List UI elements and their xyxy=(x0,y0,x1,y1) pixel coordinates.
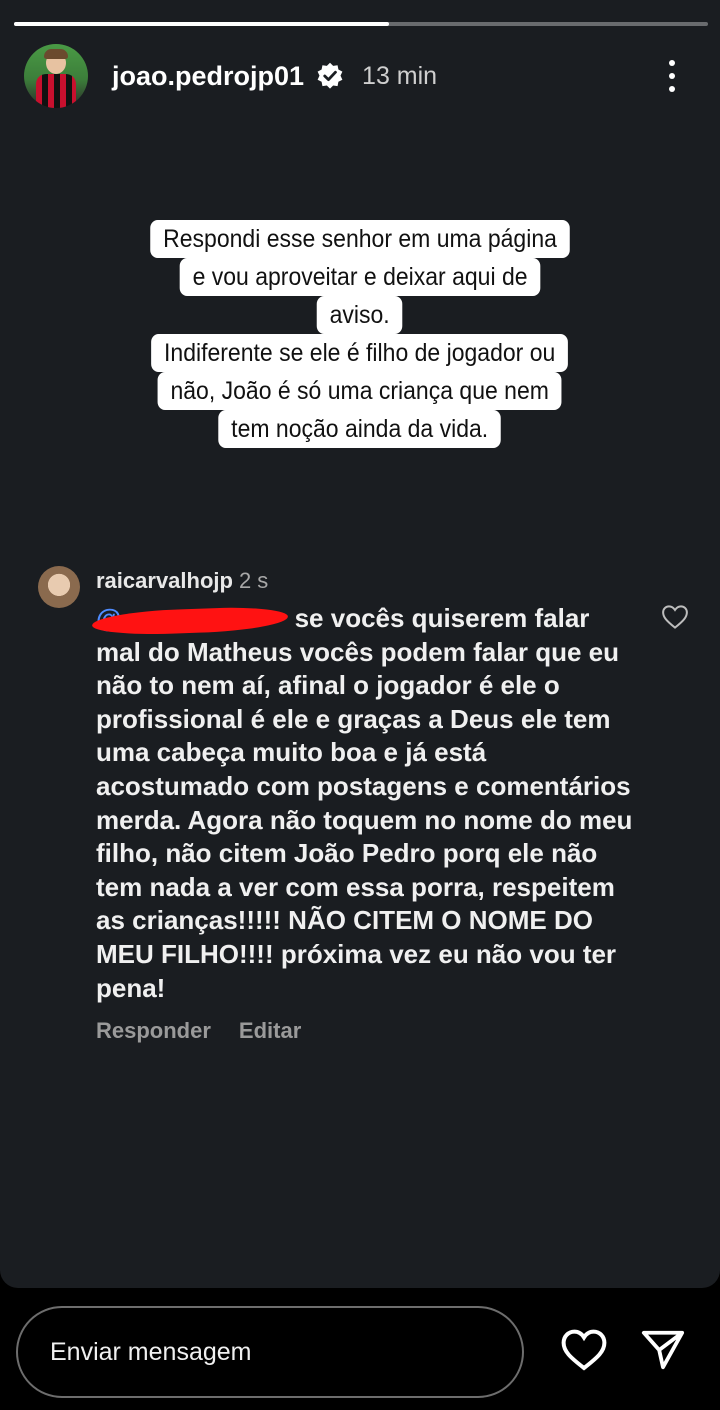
story-caption: Respondi esse senhor em uma página e vou… xyxy=(0,220,720,448)
message-input[interactable]: Enviar mensagem xyxy=(16,1306,524,1398)
comment-text: se vocês quiserem falar mal do Matheus v… xyxy=(96,603,633,1003)
comment-actions: Responder Editar xyxy=(96,1018,329,1044)
comment-header: raicarvalhojp 2 s xyxy=(96,568,268,594)
story-progress-bar xyxy=(14,22,708,26)
comment-age: 2 s xyxy=(238,568,269,593)
story-footer: Enviar mensagem xyxy=(0,1288,720,1410)
comment-avatar[interactable] xyxy=(38,566,80,608)
verified-badge-icon xyxy=(317,62,343,89)
story-view[interactable]: joao.pedrojp01 13 min Respondi esse senh… xyxy=(0,0,720,1288)
caption-line: aviso. xyxy=(317,296,403,334)
comment-username[interactable]: raicarvalhojp xyxy=(96,568,233,593)
reply-button[interactable]: Responder xyxy=(96,1018,211,1043)
caption-line: e vou aproveitar e deixar aqui de xyxy=(179,258,541,296)
caption-line: Indiferente se ele é filho de jogador ou xyxy=(151,334,569,372)
caption-line: Respondi esse senhor em uma página xyxy=(150,220,570,258)
story-time: 13 min xyxy=(362,61,438,90)
story-progress-fill xyxy=(14,22,389,26)
avatar-shirt xyxy=(36,74,76,108)
avatar[interactable] xyxy=(24,44,88,108)
avatar-hair xyxy=(44,49,68,59)
like-heart-icon[interactable] xyxy=(560,1328,608,1372)
caption-line: não, João é só uma criança que nem xyxy=(157,372,563,410)
caption-line: tem noção ainda da vida. xyxy=(218,410,502,448)
send-icon[interactable] xyxy=(640,1328,686,1372)
story-username[interactable]: joao.pedrojp01 xyxy=(112,61,304,92)
edit-button[interactable]: Editar xyxy=(239,1018,301,1043)
story-header: joao.pedrojp01 13 min xyxy=(24,44,704,108)
comment-mention[interactable]: @ xyxy=(91,603,289,637)
heart-icon[interactable] xyxy=(660,602,690,632)
more-options-icon[interactable] xyxy=(668,60,676,94)
comment-body: @ se vocês quiserem falar mal do Matheus… xyxy=(91,602,636,1005)
